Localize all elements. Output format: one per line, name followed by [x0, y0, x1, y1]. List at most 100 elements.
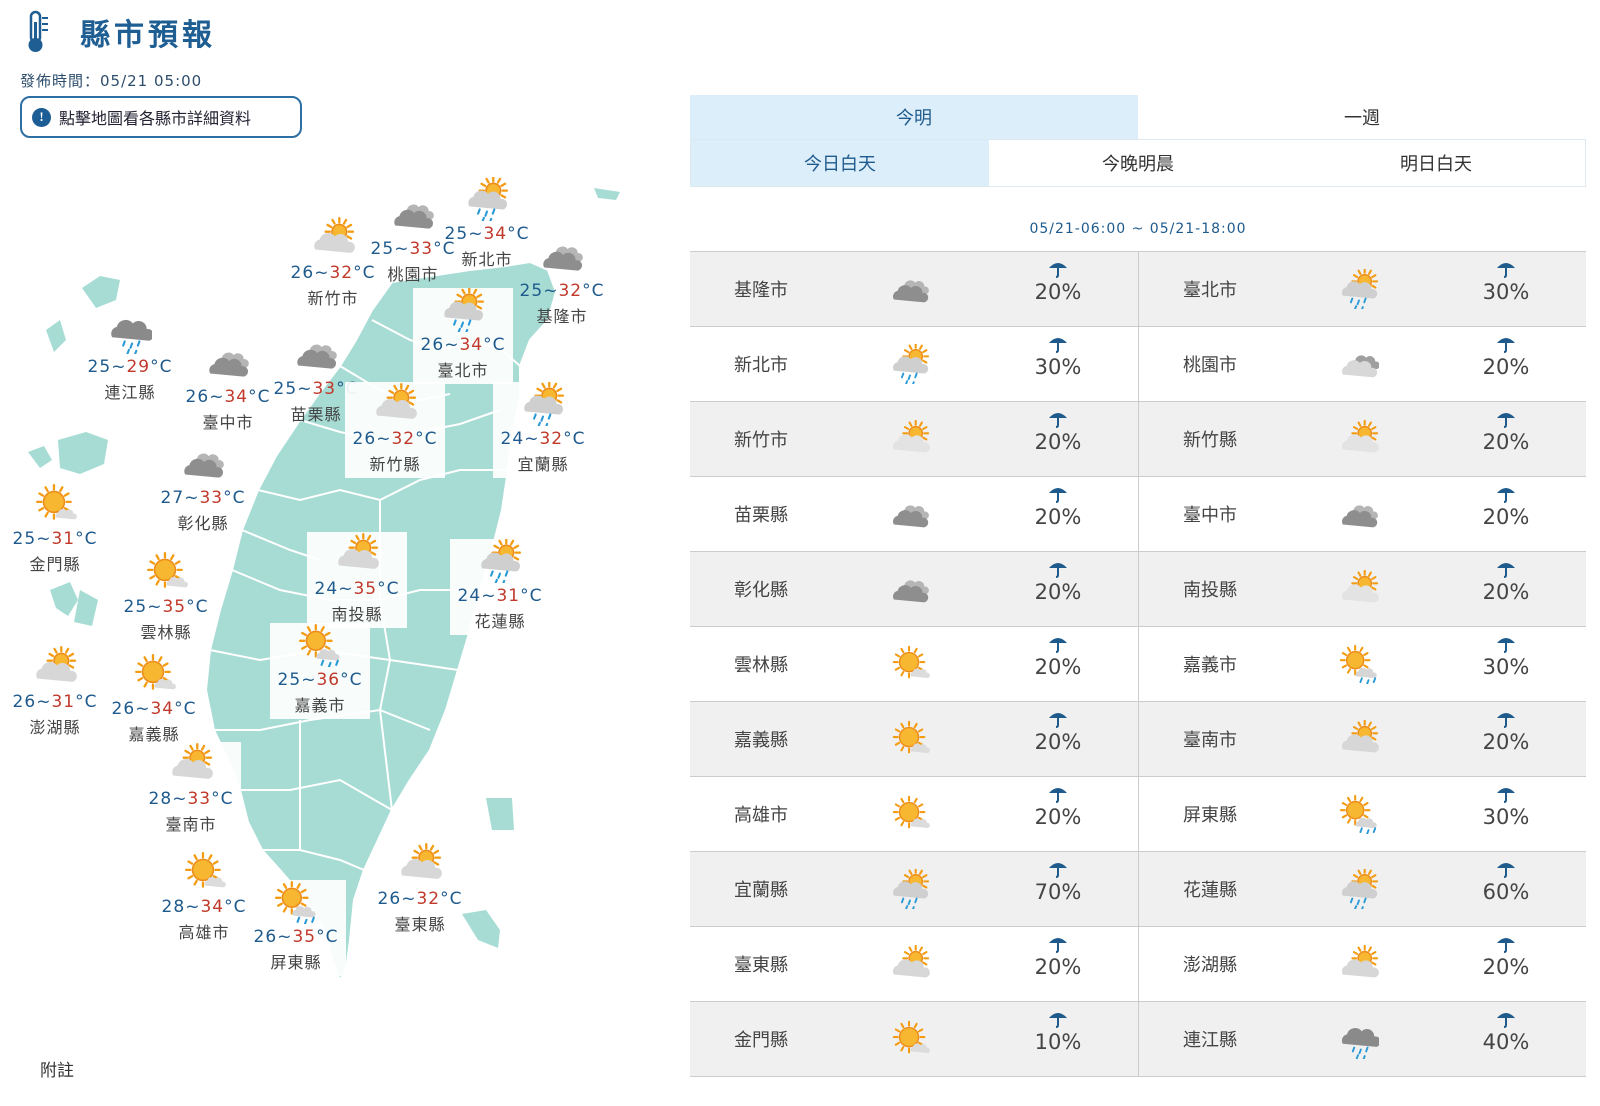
- weather-sunny-icon: [116, 550, 216, 594]
- county-name: 嘉義縣: [734, 730, 788, 751]
- map-county-13[interactable]: 25~35°C 雲林縣: [116, 550, 216, 646]
- temp-high: 31: [51, 692, 76, 712]
- map-county-8[interactable]: 26~34°C 臺中市: [178, 340, 278, 436]
- temp-unit: °C: [340, 670, 363, 690]
- map-county-14[interactable]: 24~35°C 南投縣: [307, 532, 407, 628]
- forecast-cell[interactable]: 桃園市 20%: [1138, 327, 1586, 401]
- temp-separator: ~: [172, 789, 188, 809]
- forecast-cell[interactable]: 新北市 30%: [690, 327, 1138, 401]
- temp-high: 32: [539, 429, 564, 449]
- temp-separator: ~: [524, 429, 540, 449]
- forecast-cell[interactable]: 臺南市 20%: [1138, 702, 1586, 776]
- map-temp: 26~31°C: [5, 689, 105, 715]
- umbrella-icon: [1476, 935, 1536, 953]
- weather-cloud-rain-icon: [80, 310, 180, 354]
- tab-tonight[interactable]: 今晚明晨: [988, 140, 1287, 186]
- map-temp: 25~31°C: [5, 526, 105, 552]
- forecast-cell[interactable]: 臺中市 20%: [1138, 477, 1586, 551]
- forecast-cell[interactable]: 新竹縣 20%: [1138, 402, 1586, 476]
- tab-week[interactable]: 一週: [1138, 95, 1586, 139]
- notes-link[interactable]: 附註: [40, 1056, 74, 1081]
- temp-high: 32: [416, 889, 441, 909]
- map-county-6[interactable]: 25~32°C 基隆市: [512, 234, 612, 330]
- pop-value: 20%: [1034, 655, 1082, 679]
- weather-cloud-sun-light-icon: [1327, 419, 1391, 459]
- map-temp: 25~35°C: [116, 594, 216, 620]
- county-name: 花蓮縣: [1183, 880, 1237, 901]
- weather-sunny-icon: [878, 1019, 942, 1059]
- map-county-12[interactable]: 27~33°C 彰化縣: [153, 441, 253, 537]
- rain-probability: 40%: [1476, 1010, 1536, 1054]
- map-county-15[interactable]: 24~31°C 花蓮縣: [450, 539, 550, 635]
- forecast-cell[interactable]: 澎湖縣 20%: [1138, 927, 1586, 1001]
- temp-high: 35: [353, 579, 378, 599]
- temp-separator: ~: [36, 529, 52, 549]
- taiwan-map[interactable]: 25~29°C 連江縣 25~31°C 金門縣 26~31°C 澎湖縣 26~32°C 新竹市…: [0, 170, 660, 1050]
- temp-low: 25: [277, 670, 302, 690]
- forecast-cell[interactable]: 彰化縣 20%: [690, 552, 1138, 626]
- forecast-cell[interactable]: 基隆市 20%: [690, 252, 1138, 326]
- map-county-11[interactable]: 24~32°C 宜蘭縣: [493, 382, 593, 478]
- map-county-19[interactable]: 26~32°C 臺東縣: [370, 842, 470, 938]
- umbrella-icon: [1028, 860, 1088, 878]
- temp-high: 32: [391, 429, 416, 449]
- map-county-7[interactable]: 26~34°C 臺北市: [413, 288, 513, 384]
- map-county-0[interactable]: 25~29°C 連江縣: [80, 310, 180, 406]
- forecast-cell[interactable]: 南投縣 20%: [1138, 552, 1586, 626]
- tab-tomorrow-day[interactable]: 明日白天: [1286, 140, 1585, 186]
- temp-unit: °C: [75, 529, 98, 549]
- temp-low: 26: [253, 927, 278, 947]
- forecast-cell[interactable]: 高雄市 20%: [690, 777, 1138, 851]
- map-county-17[interactable]: 26~34°C 嘉義縣: [104, 652, 204, 748]
- map-county-name: 連江縣: [104, 383, 156, 402]
- map-hint-button[interactable]: ! 點擊地圖看各縣市詳細資料: [20, 96, 302, 138]
- map-county-16[interactable]: 25~36°C 嘉義市: [270, 623, 370, 719]
- weather-cloud-sun-light-icon: [1327, 569, 1391, 609]
- forecast-cell[interactable]: 金門縣 10%: [690, 1002, 1138, 1076]
- pop-value: 20%: [1034, 505, 1082, 529]
- tab-today-day[interactable]: 今日白天: [691, 140, 989, 186]
- temp-separator: ~: [297, 379, 313, 399]
- forecast-cell[interactable]: 嘉義市 30%: [1138, 627, 1586, 701]
- pop-value: 20%: [1482, 580, 1530, 604]
- forecast-cell[interactable]: 臺北市 30%: [1138, 252, 1586, 326]
- temp-separator: ~: [147, 597, 163, 617]
- map-county-21[interactable]: 26~35°C 屏東縣: [246, 880, 346, 976]
- weather-sunny-icon: [878, 644, 942, 684]
- map-temp: 25~29°C: [80, 354, 180, 380]
- county-name: 嘉義市: [1183, 655, 1237, 676]
- forecast-cell[interactable]: 苗栗縣 20%: [690, 477, 1138, 551]
- forecast-cell[interactable]: 新竹市 20%: [690, 402, 1138, 476]
- forecast-cell[interactable]: 屏東縣 30%: [1138, 777, 1586, 851]
- map-county-18[interactable]: 28~33°C 臺南市: [141, 742, 241, 838]
- county-name: 彰化縣: [734, 580, 788, 601]
- weather-cloudy-dark-icon: [1327, 494, 1391, 534]
- weather-cloud-sun-light-icon: [878, 419, 942, 459]
- county-name: 南投縣: [1183, 580, 1237, 601]
- rain-probability: 20%: [1476, 710, 1536, 754]
- forecast-cell[interactable]: 臺東縣 20%: [690, 927, 1138, 1001]
- info-icon: !: [32, 107, 51, 127]
- temp-high: 34: [483, 224, 508, 244]
- map-county-20[interactable]: 28~34°C 高雄市: [154, 850, 254, 946]
- rain-probability: 30%: [1476, 635, 1536, 679]
- forecast-cell[interactable]: 連江縣 40%: [1138, 1002, 1586, 1076]
- temp-unit: °C: [415, 429, 438, 449]
- rain-probability: 20%: [1476, 410, 1536, 454]
- forecast-cell[interactable]: 花蓮縣 60%: [1138, 852, 1586, 926]
- pop-value: 20%: [1482, 430, 1530, 454]
- forecast-cell[interactable]: 嘉義縣 20%: [690, 702, 1138, 776]
- table-row: 金門縣 10% 連江縣 40%: [690, 1002, 1586, 1077]
- map-county-10[interactable]: 26~32°C 新竹縣: [345, 382, 445, 478]
- temp-high: 34: [459, 335, 484, 355]
- temp-low: 25: [519, 281, 544, 301]
- temp-separator: ~: [301, 670, 317, 690]
- temp-separator: ~: [376, 429, 392, 449]
- map-county-2[interactable]: 26~31°C 澎湖縣: [5, 645, 105, 741]
- map-county-1[interactable]: 25~31°C 金門縣: [5, 482, 105, 578]
- map-temp: 28~34°C: [154, 894, 254, 920]
- tab-today-tonight[interactable]: 今明: [690, 95, 1138, 139]
- forecast-cell[interactable]: 雲林縣 20%: [690, 627, 1138, 701]
- forecast-cell[interactable]: 宜蘭縣 70%: [690, 852, 1138, 926]
- table-row: 苗栗縣 20% 臺中市 20%: [690, 477, 1586, 552]
